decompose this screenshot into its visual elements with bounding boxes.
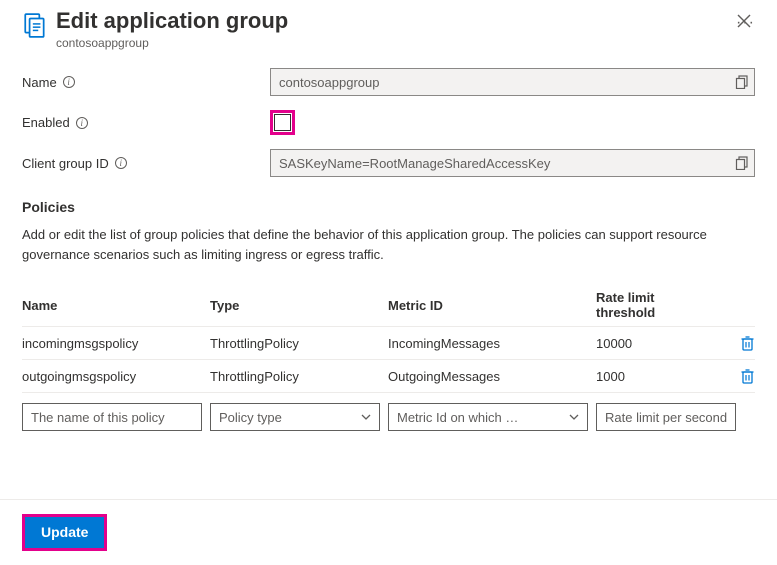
application-group-icon xyxy=(22,12,48,38)
col-name: Name xyxy=(22,298,202,313)
panel-footer: Update xyxy=(0,499,777,565)
col-rate: Rate limit threshold xyxy=(596,290,717,320)
cell-rate: 10000 xyxy=(596,336,717,351)
new-policy-row: The name of this policy Policy type Metr… xyxy=(22,393,755,431)
cell-name: incomingmsgspolicy xyxy=(22,336,202,351)
cell-type: ThrottlingPolicy xyxy=(210,336,380,351)
delete-icon[interactable] xyxy=(740,368,755,384)
policy-name-input[interactable]: The name of this policy xyxy=(22,403,202,431)
page-subtitle: contosoappgroup xyxy=(56,36,726,50)
col-type: Type xyxy=(210,298,380,313)
chevron-down-icon xyxy=(361,414,371,420)
client-group-id-field: SASKeyName=RootManageSharedAccessKey xyxy=(270,149,755,177)
page-title: Edit application group xyxy=(56,8,726,34)
policies-description: Add or edit the list of group policies t… xyxy=(22,225,755,264)
client-group-id-label: Client group ID i xyxy=(22,156,270,171)
highlight-marker xyxy=(270,110,295,135)
policies-table: Name Type Metric ID Rate limit threshold… xyxy=(22,284,755,431)
enabled-label: Enabled i xyxy=(22,115,270,130)
update-button[interactable]: Update xyxy=(25,517,104,548)
cell-rate: 1000 xyxy=(596,369,717,384)
policy-type-select[interactable]: Policy type xyxy=(210,403,380,431)
col-metric: Metric ID xyxy=(388,298,588,313)
cell-name: outgoingmsgspolicy xyxy=(22,369,202,384)
delete-icon[interactable] xyxy=(740,335,755,351)
table-row: incomingmsgspolicy ThrottlingPolicy Inco… xyxy=(22,327,755,360)
policies-heading: Policies xyxy=(22,199,755,215)
copy-icon[interactable] xyxy=(735,75,749,89)
info-icon[interactable]: i xyxy=(76,117,88,129)
info-icon[interactable]: i xyxy=(63,76,75,88)
close-icon[interactable] xyxy=(733,10,755,32)
chevron-down-icon xyxy=(569,414,579,420)
panel-header: Edit application group contosoappgroup ·… xyxy=(22,8,755,50)
enabled-checkbox[interactable] xyxy=(274,114,291,131)
info-icon[interactable]: i xyxy=(115,157,127,169)
policy-rate-input[interactable]: Rate limit per second xyxy=(596,403,736,431)
table-row: outgoingmsgspolicy ThrottlingPolicy Outg… xyxy=(22,360,755,393)
cell-metric: OutgoingMessages xyxy=(388,369,588,384)
copy-icon[interactable] xyxy=(735,156,749,170)
name-field: contosoappgroup xyxy=(270,68,755,96)
table-header: Name Type Metric ID Rate limit threshold xyxy=(22,284,755,327)
policy-metric-select[interactable]: Metric Id on which … xyxy=(388,403,588,431)
cell-type: ThrottlingPolicy xyxy=(210,369,380,384)
name-label: Name i xyxy=(22,75,270,90)
cell-metric: IncomingMessages xyxy=(388,336,588,351)
highlight-marker: Update xyxy=(22,514,107,551)
